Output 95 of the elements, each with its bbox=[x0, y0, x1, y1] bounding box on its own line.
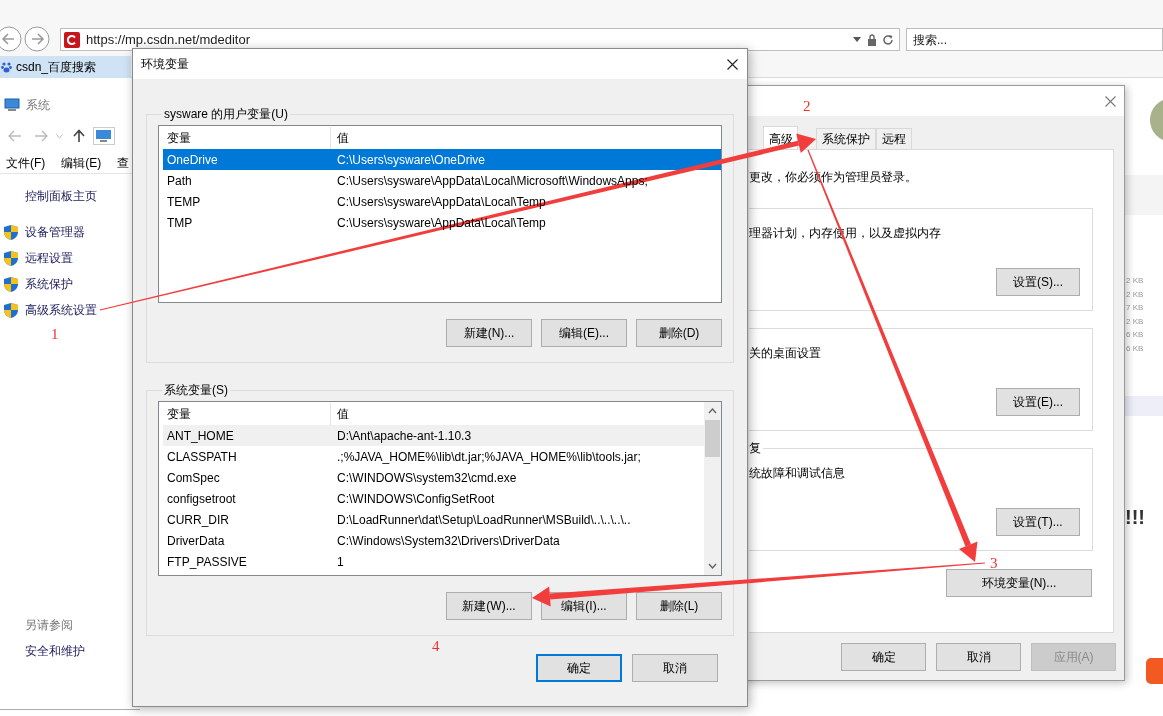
variable-row[interactable]: configsetroot C:\WINDOWS\ConfigSetRoot bbox=[163, 488, 704, 509]
annotation-number: 4 bbox=[432, 638, 440, 654]
variable-name: ANT_HOME bbox=[166, 427, 235, 445]
dialog-button[interactable]: 删除(L) bbox=[636, 592, 722, 620]
dialog-button[interactable]: 设置(E)... bbox=[996, 388, 1080, 416]
scrollbar-thumb[interactable] bbox=[705, 420, 720, 457]
variable-row[interactable]: ANT_HOME D:\Ant\apache-ant-1.10.3 bbox=[163, 425, 704, 446]
variable-row[interactable]: TEMP C:\Users\sysware\AppData\Local\Temp bbox=[163, 191, 721, 212]
variable-row[interactable]: CURR_DIR D:\LoadRunner\dat\Setup\LoadRunner\MSBuild\..\..\..\.. bbox=[163, 509, 704, 530]
variable-value: C:\WINDOWS\system32\cmd.exe bbox=[336, 469, 518, 487]
variable-value: D:\Ant\apache-ant-1.10.3 bbox=[336, 427, 473, 445]
menu-item[interactable]: 编辑(E) bbox=[61, 153, 102, 172]
variable-name: FTP_PASSIVE bbox=[166, 553, 248, 571]
logo-icon bbox=[1146, 658, 1163, 684]
computer-icon bbox=[93, 127, 115, 145]
variable-value: D:\LoadRunner\dat\Setup\LoadRunner\MSBuild\..\..\..\.. bbox=[336, 511, 632, 529]
variable-name: CLASSPATH bbox=[166, 448, 238, 466]
variable-name: OneDrive bbox=[166, 151, 219, 169]
back-icon[interactable] bbox=[0, 26, 22, 52]
variable-row[interactable]: OneDrive C:\Users\sysware\OneDrive bbox=[163, 149, 721, 170]
shield-icon bbox=[3, 275, 19, 293]
search-field[interactable]: 搜索... bbox=[906, 28, 1163, 51]
variable-value: C:\Users\sysware\OneDrive bbox=[336, 151, 487, 169]
tab[interactable]: 系统保护 bbox=[816, 128, 876, 149]
task-link[interactable]: 设备管理器 bbox=[25, 223, 85, 241]
dialog-button[interactable]: 设置(S)... bbox=[996, 268, 1080, 296]
annotation-number: 3 bbox=[990, 555, 998, 571]
file-size: 2 KB bbox=[1126, 315, 1144, 328]
close-icon[interactable] bbox=[727, 58, 738, 70]
dialog-button[interactable]: 删除(D) bbox=[636, 319, 722, 347]
dialog-button[interactable]: 设置(T)... bbox=[996, 508, 1080, 536]
lock-icon bbox=[867, 33, 877, 46]
task-link[interactable]: 远程设置 bbox=[25, 249, 73, 267]
variable-name: CURR_DIR bbox=[166, 511, 230, 529]
browser-tab[interactable]: csdn_百度搜索 bbox=[0, 56, 131, 78]
dialog-button[interactable]: 新建(W)... bbox=[446, 592, 532, 620]
file-size: 2 KB bbox=[1126, 288, 1144, 301]
refresh-icon[interactable] bbox=[882, 33, 894, 46]
group-description: 关的桌面设置 bbox=[749, 345, 822, 362]
shield-icon bbox=[3, 249, 19, 267]
variable-name: ComSpec bbox=[166, 469, 221, 487]
url-text: https://mp.csdn.net/mdeditor bbox=[86, 30, 251, 49]
dialog-button[interactable]: 取消 bbox=[632, 654, 718, 682]
variable-row[interactable]: CLASSPATH .;%JAVA_HOME%\lib\dt.jar;%JAVA_HOME%\lib\tools.jar; bbox=[163, 446, 704, 467]
file-size: 2 KB bbox=[1126, 275, 1144, 287]
variable-name: TMP bbox=[166, 214, 194, 232]
column-header[interactable]: 值 bbox=[331, 403, 704, 425]
scroll-down-icon[interactable] bbox=[708, 563, 717, 569]
site-logo-icon bbox=[64, 31, 80, 48]
dropdown-icon[interactable] bbox=[853, 37, 861, 42]
dialog-button[interactable]: 取消 bbox=[936, 643, 1021, 671]
file-size: 7 KB bbox=[1126, 302, 1144, 314]
annotation-number: 1 bbox=[51, 326, 59, 342]
dialog-button[interactable]: 编辑(E)... bbox=[541, 319, 627, 347]
variable-value: C:\Windows\System32\Drivers\DriverData bbox=[336, 532, 561, 550]
group-label: sysware 的用户变量(U) bbox=[163, 106, 289, 123]
variable-value: C:\WINDOWS\ConfigSetRoot bbox=[336, 490, 496, 508]
dialog-button[interactable]: 确定 bbox=[536, 654, 622, 682]
annotation-number: 2 bbox=[803, 98, 811, 114]
computer-icon bbox=[4, 98, 20, 112]
paw-icon bbox=[1, 61, 12, 73]
variable-value: .;%JAVA_HOME%\lib\dt.jar;%JAVA_HOME%\lib\tools.jar; bbox=[336, 448, 642, 466]
dialog-title: 环境变量 bbox=[141, 56, 189, 73]
forward-icon[interactable] bbox=[24, 26, 50, 52]
dialog-button[interactable]: 确定 bbox=[841, 643, 926, 671]
variable-name: configsetroot bbox=[166, 490, 237, 508]
group-label: 复 bbox=[749, 440, 763, 456]
scroll-up-icon[interactable] bbox=[708, 408, 717, 414]
window-title: 系统 bbox=[26, 97, 50, 114]
variable-name: Path bbox=[166, 172, 193, 190]
group-label: 系统变量(S) bbox=[163, 382, 229, 399]
scrollbar[interactable] bbox=[704, 402, 721, 575]
variable-value: C:\Users\sysware\AppData\Local\Temp bbox=[336, 193, 547, 211]
up-icon[interactable] bbox=[73, 129, 85, 143]
shield-icon bbox=[3, 301, 19, 319]
dialog-button[interactable]: 环境变量(N)... bbox=[946, 569, 1092, 597]
menu-item[interactable]: 文件(F) bbox=[6, 153, 46, 172]
variable-name: DriverData bbox=[166, 532, 226, 550]
task-link[interactable]: 系统保护 bbox=[25, 275, 73, 293]
see-also-heading: 另请参阅 bbox=[25, 617, 74, 634]
task-link[interactable]: 高级系统设置 bbox=[25, 301, 97, 319]
file-size: 6 KB bbox=[1126, 342, 1144, 355]
tab[interactable]: 远程 bbox=[876, 128, 912, 149]
file-size: 6 KB bbox=[1126, 329, 1144, 341]
variable-value: 1 bbox=[336, 553, 345, 571]
dialog-button[interactable]: 新建(N)... bbox=[446, 319, 532, 347]
article-headline: !!! bbox=[1125, 505, 1145, 530]
menu-item[interactable]: 查 bbox=[117, 153, 130, 172]
shield-icon bbox=[3, 223, 19, 241]
variable-row[interactable]: ComSpec C:\WINDOWS\system32\cmd.exe bbox=[163, 467, 704, 488]
variable-row[interactable]: DriverData C:\Windows\System32\Drivers\DriverData bbox=[163, 530, 704, 551]
variable-name: TEMP bbox=[166, 193, 202, 211]
group-description: 统故障和调试信息 bbox=[749, 465, 846, 482]
column-header[interactable]: 值 bbox=[331, 127, 721, 149]
variable-row[interactable]: FTP_PASSIVE 1 bbox=[163, 551, 704, 572]
